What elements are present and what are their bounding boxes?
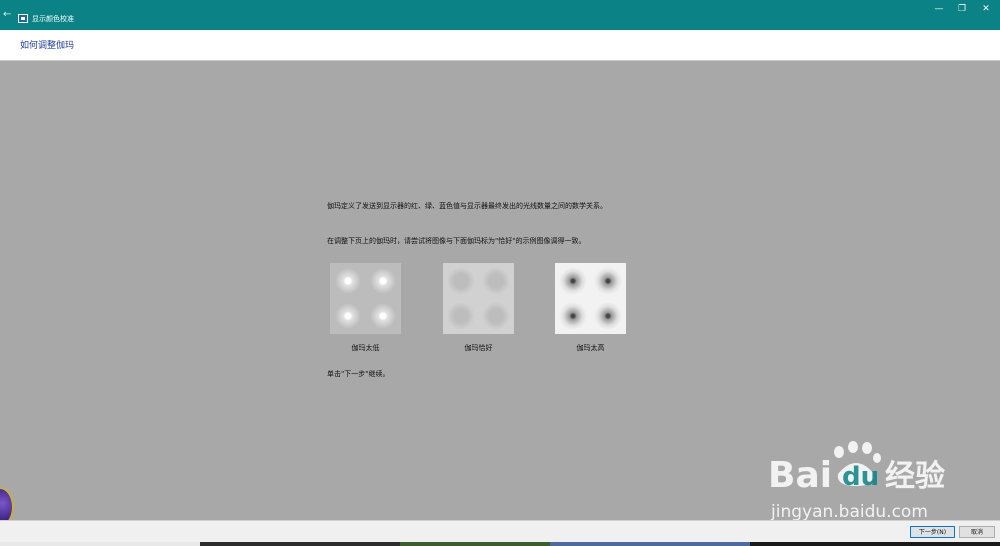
watermark-url-text: jingyan.baidu.com xyxy=(771,502,928,522)
gamma-just-right-caption: 伽玛恰好 xyxy=(464,344,493,352)
page-header: 如何调整伽玛 xyxy=(0,30,1000,61)
back-arrow-icon[interactable]: ← xyxy=(3,9,11,21)
display-calibration-icon xyxy=(18,14,28,23)
gamma-too-low-sample-image xyxy=(330,263,401,334)
restore-button[interactable]: ❐ xyxy=(955,3,969,15)
gamma-adjust-hint-text: 在调整下页上的伽玛时，请尝试将图像与下面伽玛标为"恰好"的示例图像调得一致。 xyxy=(327,237,586,245)
gamma-just-right-sample-image xyxy=(443,263,514,334)
wizard-footer: 下一步(N) 取消 xyxy=(0,520,1000,542)
close-button[interactable]: ✕ xyxy=(979,3,993,15)
watermark-cn-text: 经验 xyxy=(885,459,945,494)
gamma-too-high-sample-image xyxy=(555,263,626,334)
watermark-brand-text: Bai xyxy=(768,455,833,496)
window-title: 显示颜色校准 xyxy=(32,15,74,23)
gamma-definition-text: 伽玛定义了发送到显示器的红、绿、蓝色值与显示器最终发出的光线数量之间的数学关系。 xyxy=(327,202,607,210)
gamma-too-high-caption: 伽玛太高 xyxy=(576,344,605,352)
baidu-jingyan-watermark: Bai du 经验 jingyan.baidu.com xyxy=(768,438,968,528)
title-bar: ← 显示颜色校准 — ❐ ✕ xyxy=(0,0,1000,30)
gamma-too-low-caption: 伽玛太低 xyxy=(351,344,380,352)
next-button[interactable]: 下一步(N) xyxy=(910,526,955,538)
cancel-button[interactable]: 取消 xyxy=(959,526,995,538)
page-title: 如何调整伽玛 xyxy=(20,41,75,51)
taskbar-strip xyxy=(0,542,1000,546)
watermark-brand-du-text: du xyxy=(842,462,880,492)
continue-instruction-text: 单击"下一步"继续。 xyxy=(327,370,390,378)
minimize-button[interactable]: — xyxy=(932,3,946,15)
